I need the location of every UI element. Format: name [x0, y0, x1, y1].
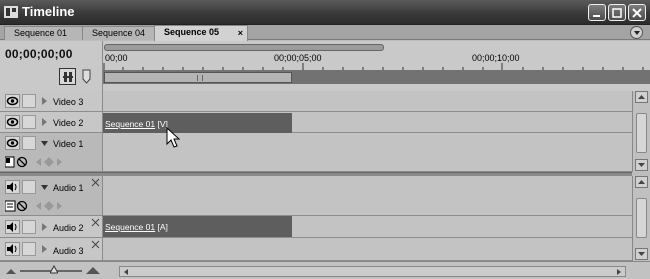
twirl-icon[interactable] — [40, 183, 49, 193]
window-title: Timeline — [22, 4, 75, 19]
twirl-icon[interactable] — [40, 96, 49, 106]
track-name: Audio 3 — [53, 246, 84, 256]
lock-toggle[interactable] — [22, 94, 36, 108]
track-header-audio-3[interactable]: Audio 3 — [0, 238, 103, 261]
snap-icon — [63, 72, 73, 82]
eye-icon — [6, 138, 19, 148]
track-header-video-3[interactable]: Video 3 — [0, 91, 103, 112]
track-header-video-1[interactable]: Video 1 — [0, 133, 103, 172]
sync-lock-icon — [91, 218, 100, 227]
lock-toggle[interactable] — [22, 180, 36, 194]
marker-icon[interactable] — [82, 69, 91, 84]
clip-video[interactable]: Sequence 01 [V] — [103, 113, 292, 134]
panel-menu-button[interactable] — [630, 26, 643, 39]
lane-audio-1[interactable] — [103, 176, 632, 216]
work-area-grip[interactable] — [197, 75, 203, 81]
eye-icon — [6, 117, 19, 127]
toggle-track-output-button[interactable] — [5, 180, 20, 194]
window-titlebar: Timeline — [0, 0, 650, 25]
close-button[interactable] — [628, 4, 646, 21]
scroll-thumb[interactable] — [636, 198, 647, 238]
tab-sequence-04[interactable]: Sequence 04 — [82, 26, 156, 40]
scroll-down-button[interactable] — [635, 159, 648, 171]
minimize-button[interactable] — [588, 4, 606, 21]
toggle-output-button[interactable] — [5, 115, 20, 129]
track-header-audio-2[interactable]: Audio 2 — [0, 216, 103, 238]
horizontal-scrollbar[interactable] — [119, 266, 626, 277]
tab-close-icon[interactable]: × — [238, 27, 243, 39]
twirl-icon[interactable] — [40, 117, 49, 127]
twirl-icon[interactable] — [40, 222, 49, 232]
sync-lock-icon — [91, 178, 100, 187]
sync-lock-icon — [91, 240, 100, 249]
ruler-label-start: 00;00 — [105, 53, 128, 63]
tab-sequence-05[interactable]: Sequence 05 × — [154, 25, 248, 41]
lock-toggle[interactable] — [22, 136, 36, 150]
viewing-area-bar[interactable] — [104, 44, 384, 51]
scroll-thumb[interactable] — [636, 113, 647, 153]
toggle-track-output-button[interactable] — [5, 220, 20, 234]
lock-toggle[interactable] — [22, 220, 36, 234]
lock-toggle[interactable] — [22, 242, 36, 256]
timeline-header-controls: 00;00;00;00 — [0, 41, 103, 91]
sequence-tabbar: Sequence 01 Sequence 04 Sequence 05 × — [0, 25, 650, 41]
lane-video-2[interactable]: Sequence 01 [V] — [103, 112, 632, 134]
speaker-icon — [7, 222, 17, 232]
chevron-down-icon — [638, 252, 645, 256]
zoom-slider-knob[interactable] — [50, 265, 58, 274]
ruler-label-10s: 00;00;10;00 — [472, 53, 520, 63]
track-headers: Video 3 Video 2 Video 1 Audio 1 Audio 2 … — [0, 91, 103, 261]
lane-audio-3[interactable] — [103, 238, 632, 261]
cursor-icon — [166, 127, 181, 148]
track-name: Audio 2 — [53, 223, 84, 233]
zoom-in-icon[interactable] — [86, 265, 100, 275]
track-name: Video 3 — [53, 97, 84, 107]
minimize-icon — [593, 15, 600, 17]
tab-sequence-01[interactable]: Sequence 01 — [4, 26, 86, 40]
video-vertical-scrollbar[interactable] — [632, 91, 650, 172]
lane-video-1[interactable] — [103, 133, 632, 172]
twirl-icon[interactable] — [40, 139, 49, 149]
eye-icon — [6, 96, 19, 106]
lock-toggle[interactable] — [22, 115, 36, 129]
track-header-video-2[interactable]: Video 2 — [0, 112, 103, 133]
chevron-up-icon — [638, 95, 645, 99]
lane-audio-2[interactable]: Sequence 01 [A] — [103, 216, 632, 238]
scroll-up-button[interactable] — [635, 176, 648, 188]
toggle-output-button[interactable] — [5, 136, 20, 150]
toggle-track-output-button[interactable] — [5, 242, 20, 256]
time-ruler[interactable]: 00;00 00;00;05;00 00;00;10;00 — [103, 41, 650, 91]
app-icon — [4, 6, 18, 18]
track-controls-row[interactable] — [5, 199, 85, 213]
track-name: Video 1 — [53, 139, 84, 149]
track-area[interactable]: Sequence 01 [V] Sequence 01 [A] — [0, 91, 632, 261]
speaker-icon — [7, 182, 17, 192]
snap-button[interactable] — [59, 68, 76, 85]
toggle-output-button[interactable] — [5, 94, 20, 108]
chevron-down-icon — [638, 163, 645, 167]
twirl-icon[interactable] — [40, 244, 49, 254]
chevron-up-icon — [638, 180, 645, 184]
track-controls-row[interactable] — [5, 155, 85, 169]
scroll-up-button[interactable] — [635, 91, 648, 103]
panel-menu-icon — [634, 31, 640, 35]
scroll-left-icon[interactable] — [122, 268, 130, 276]
maximize-button[interactable] — [608, 4, 626, 21]
scroll-right-icon[interactable] — [615, 268, 623, 276]
lane-video-3[interactable] — [103, 91, 632, 112]
close-icon — [632, 8, 642, 18]
speaker-icon — [7, 244, 17, 254]
track-name: Video 2 — [53, 118, 84, 128]
work-area-bar[interactable] — [104, 72, 292, 83]
timeline-bottom-bar — [0, 261, 650, 279]
clip-audio[interactable]: Sequence 01 [A] — [103, 216, 292, 237]
track-name: Audio 1 — [53, 183, 84, 193]
ruler-label-5s: 00;00;05;00 — [274, 53, 322, 63]
maximize-icon — [612, 8, 622, 18]
current-timecode[interactable]: 00;00;00;00 — [5, 47, 73, 61]
track-header-audio-1[interactable]: Audio 1 — [0, 176, 103, 216]
zoom-out-icon[interactable] — [6, 266, 16, 275]
scroll-down-button[interactable] — [635, 248, 648, 260]
audio-vertical-scrollbar[interactable] — [632, 176, 650, 261]
